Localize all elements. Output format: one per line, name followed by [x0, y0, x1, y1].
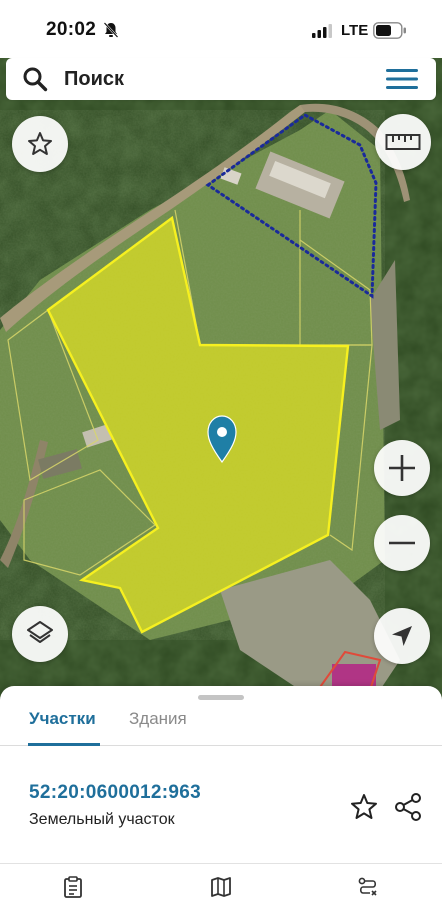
layers-button[interactable]: [12, 606, 68, 662]
search-icon[interactable]: [22, 66, 48, 92]
zoom-in-icon: [389, 455, 415, 481]
parcel-info-sheet: Участки Здания 52:20:0600012:963 Земельн…: [0, 686, 442, 900]
object-type-label: Земельный участок: [29, 811, 175, 828]
zoom-in-button[interactable]: [374, 440, 430, 496]
route-icon[interactable]: [357, 876, 379, 898]
cadastral-number-link[interactable]: 52:20:0600012:963: [29, 782, 201, 804]
ruler-icon: [385, 134, 421, 150]
network-type-label: LTE: [341, 22, 369, 39]
zoom-out-icon: [389, 541, 415, 545]
search-input[interactable]: [64, 58, 364, 100]
battery-icon: [373, 22, 406, 39]
zoom-out-button[interactable]: [374, 515, 430, 571]
bell-slash-icon: [103, 22, 119, 38]
ruler-button[interactable]: [375, 114, 431, 170]
menu-icon[interactable]: [386, 67, 418, 91]
status-bar: 20:02 LTE: [0, 0, 442, 58]
map-book-icon[interactable]: [210, 876, 232, 898]
active-tab-indicator: [28, 743, 100, 746]
share-icon[interactable]: [394, 792, 422, 822]
document-list-icon[interactable]: [62, 876, 84, 898]
locate-me-button[interactable]: [374, 608, 430, 664]
tab-plots[interactable]: Участки: [29, 709, 96, 729]
status-time: 20:02: [46, 19, 97, 40]
signal-icon: [312, 24, 332, 38]
layers-icon: [27, 621, 53, 643]
locate-arrow-icon: [392, 626, 412, 646]
tab-buildings[interactable]: Здания: [129, 709, 187, 729]
favorite-map-button[interactable]: [12, 116, 68, 172]
sheet-divider: [0, 863, 442, 864]
search-bar: [6, 58, 436, 100]
favorite-parcel-star-icon[interactable]: [349, 792, 379, 822]
star-outline-icon: [28, 132, 52, 155]
sheet-tabs: Участки Здания: [0, 700, 442, 746]
